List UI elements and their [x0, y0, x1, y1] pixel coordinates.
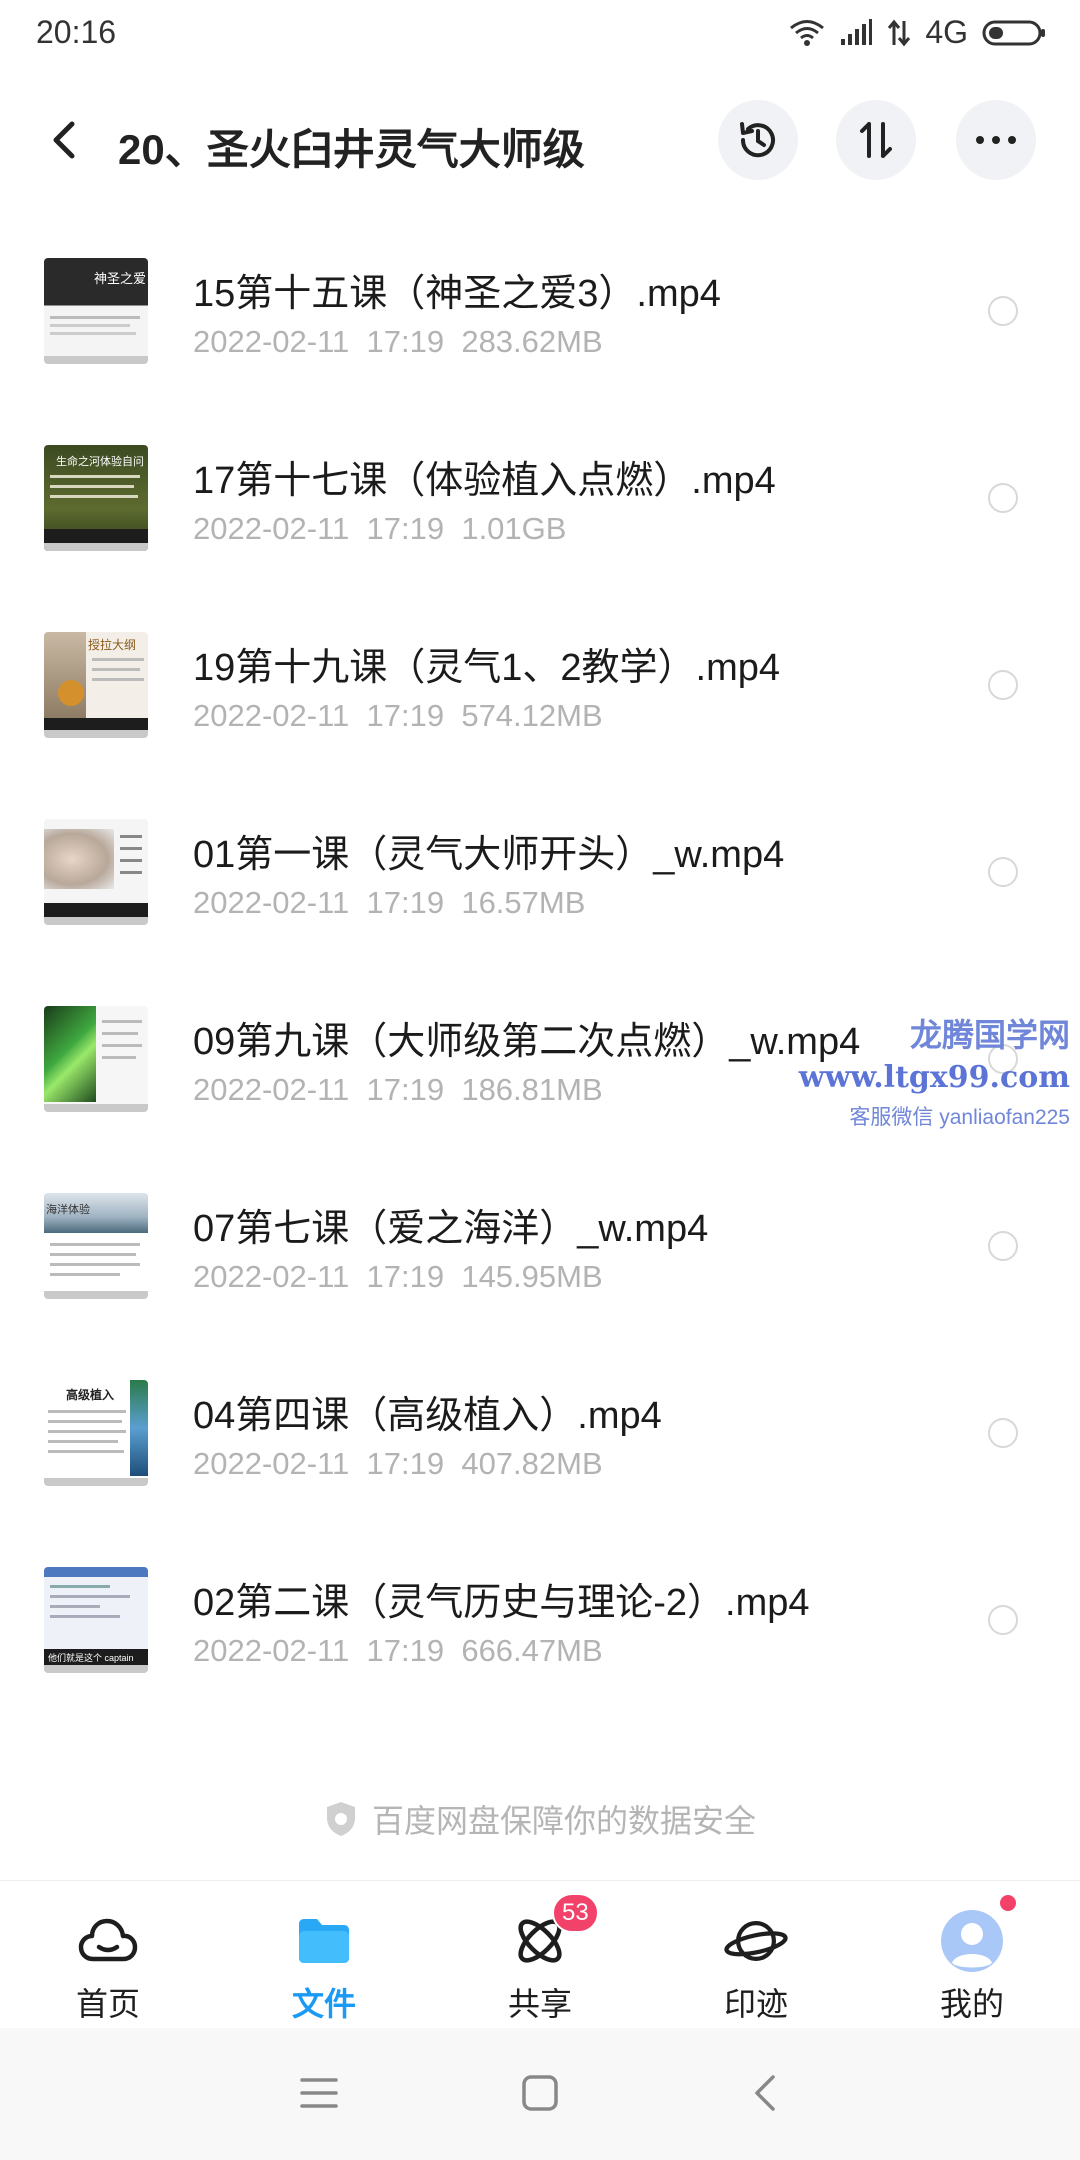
- signal-icon: [841, 18, 873, 45]
- file-row[interactable]: 海洋体验 07第七课（爱之海洋）_w.mp4 2022-02-11 17:19 …: [0, 1153, 1080, 1340]
- shield-icon: [326, 1802, 355, 1836]
- select-checkbox[interactable]: [988, 296, 1018, 326]
- file-row[interactable]: 高级植入 04第四课（高级植入）.mp4 2022-02-11 17:19 40…: [0, 1340, 1080, 1527]
- header: 20、圣火臼井灵气大师级: [0, 96, 1080, 184]
- file-name: 17第十七课（体验植入点燃）.mp4: [193, 460, 776, 502]
- file-name: 07第七课（爱之海洋）_w.mp4: [193, 1208, 709, 1250]
- page-title: 20、圣火臼井灵气大师级: [118, 126, 585, 173]
- back-arrow-icon[interactable]: [742, 2068, 792, 2118]
- video-thumbnail: 生命之河体验自问: [44, 445, 148, 551]
- thumbnail-caption: 生命之河体验自问: [56, 456, 144, 468]
- file-meta: 2022-02-11 17:19 186.81MB: [193, 1072, 603, 1107]
- status-icons: 4G: [789, 14, 1046, 51]
- battery-icon: [982, 20, 1045, 45]
- select-checkbox[interactable]: [988, 1418, 1018, 1448]
- select-checkbox[interactable]: [988, 483, 1018, 513]
- video-thumbnail: 神圣之爱: [44, 258, 148, 364]
- notification-dot: [1000, 1895, 1016, 1911]
- file-meta: 2022-02-11 17:19 145.95MB: [193, 1259, 603, 1294]
- notification-badge: 53: [552, 1893, 599, 1933]
- nav-item-me[interactable]: 我的: [864, 1881, 1080, 2028]
- watermark-url: www.ltgx99.com: [798, 1060, 1070, 1095]
- nav-item-home[interactable]: 首页: [0, 1881, 216, 2028]
- nav-item-traces[interactable]: 印迹: [648, 1881, 864, 2028]
- thumbnail-caption: 他们就是这个 captain: [48, 1653, 134, 1663]
- file-name: 15第十五课（神圣之爱3）.mp4: [193, 273, 721, 315]
- file-name: 09第九课（大师级第二次点燃）_w.mp4: [193, 1021, 861, 1063]
- avatar-icon: [940, 1910, 1004, 1972]
- thumbnail-caption: 高级植入: [66, 1388, 115, 1402]
- video-thumbnail: [44, 819, 148, 925]
- select-checkbox[interactable]: [988, 1231, 1018, 1261]
- video-thumbnail: [44, 1006, 148, 1112]
- nav-item-files[interactable]: 文件: [216, 1881, 432, 2028]
- nav-item-share[interactable]: 共享 53: [432, 1881, 648, 2028]
- video-thumbnail: 海洋体验: [44, 1193, 148, 1299]
- file-name: 01第一课（灵气大师开头）_w.mp4: [193, 834, 785, 876]
- folder-icon: [292, 1911, 356, 1971]
- file-name: 04第四课（高级植入）.mp4: [193, 1395, 662, 1437]
- status-bar: 20:16 4G: [0, 0, 1080, 66]
- select-checkbox[interactable]: [988, 670, 1018, 700]
- system-nav-bar: [0, 2028, 1080, 2160]
- history-button[interactable]: [718, 100, 798, 180]
- file-list: 神圣之爱 15第十五课（神圣之爱3）.mp4 2022-02-11 17:19 …: [0, 218, 1080, 1714]
- watermark: 龙腾国学网 www.ltgx99.com 客服微信 yanliaofan225: [799, 1010, 1070, 1131]
- video-thumbnail: 授拉大纲: [44, 632, 148, 738]
- file-row[interactable]: 他们就是这个 captain 02第二课（灵气历史与理论-2）.mp4 2022…: [0, 1527, 1080, 1714]
- network-type: 4G: [925, 14, 968, 50]
- thumbnail-caption: 授拉大纲: [88, 638, 137, 652]
- wifi-icon: [790, 19, 825, 46]
- security-note: 百度网盘保障你的数据安全: [0, 1796, 1080, 1842]
- file-row[interactable]: 神圣之爱 15第十五课（神圣之爱3）.mp4 2022-02-11 17:19 …: [0, 218, 1080, 405]
- planet-icon: [724, 1911, 788, 1971]
- file-name: 02第二课（灵气历史与理论-2）.mp4: [193, 1582, 810, 1624]
- nav-label: 文件: [291, 1986, 356, 2022]
- file-row[interactable]: 生命之河体验自问 17第十七课（体验植入点燃）.mp4 2022-02-11 1…: [0, 405, 1080, 592]
- select-checkbox[interactable]: [988, 1605, 1018, 1635]
- more-button[interactable]: [956, 100, 1036, 180]
- video-thumbnail: 他们就是这个 captain: [44, 1567, 148, 1673]
- file-meta: 2022-02-11 17:19 666.47MB: [193, 1633, 603, 1668]
- thumbnail-caption: 海洋体验: [46, 1204, 90, 1216]
- file-row[interactable]: 授拉大纲 19第十九课（灵气1、2教学）.mp4 2022-02-11 17:1…: [0, 592, 1080, 779]
- file-meta: 2022-02-11 17:19 1.01GB: [193, 511, 567, 546]
- file-name: 19第十九课（灵气1、2教学）.mp4: [193, 647, 781, 689]
- watermark-site-name: 龙腾国学网: [909, 1016, 1070, 1054]
- sort-button[interactable]: [836, 100, 916, 180]
- nav-label: 印迹: [723, 1986, 788, 2022]
- cloud-icon: [76, 1911, 140, 1971]
- nav-label: 我的: [939, 1986, 1004, 2022]
- select-checkbox[interactable]: [988, 857, 1018, 887]
- bottom-nav: 首页 文件 共享 53 印迹 我的: [0, 1880, 1080, 2028]
- sort-icon: [860, 122, 892, 158]
- watermark-contact: 客服微信 yanliaofan225: [849, 1106, 1070, 1129]
- status-time: 20:16: [36, 14, 117, 50]
- thumbnail-caption: 神圣之爱: [94, 271, 147, 286]
- back-button[interactable]: [44, 110, 84, 170]
- nav-label: 首页: [75, 1986, 140, 2022]
- chevron-left-icon: [53, 121, 75, 159]
- security-note-text: 百度网盘保障你的数据安全: [371, 1803, 756, 1839]
- file-meta: 2022-02-11 17:19 407.82MB: [193, 1446, 603, 1481]
- file-meta: 2022-02-11 17:19 16.57MB: [193, 885, 586, 920]
- menu-icon[interactable]: [294, 2068, 344, 2118]
- home-square-icon[interactable]: [515, 2068, 565, 2118]
- data-transfer-icon: [888, 19, 911, 46]
- file-row[interactable]: 01第一课（灵气大师开头）_w.mp4 2022-02-11 17:19 16.…: [0, 779, 1080, 966]
- more-horizontal-icon: [976, 136, 1016, 144]
- file-meta: 2022-02-11 17:19 574.12MB: [193, 698, 603, 733]
- video-thumbnail: 高级植入: [44, 1380, 148, 1486]
- file-meta: 2022-02-11 17:19 283.62MB: [193, 324, 603, 359]
- history-icon: [740, 122, 775, 158]
- nav-label: 共享: [507, 1986, 572, 2022]
